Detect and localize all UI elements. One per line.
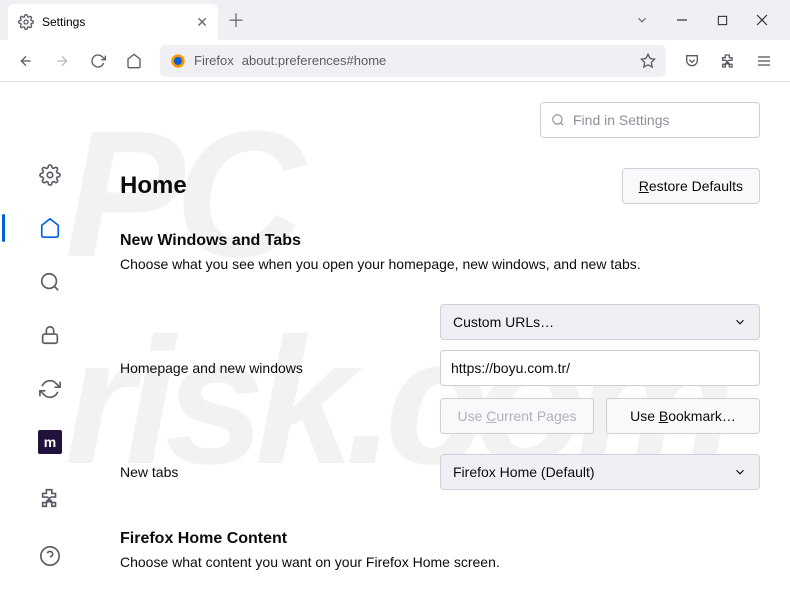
- page-heading: Home: [120, 172, 187, 200]
- section-desc-home-content: Choose what content you want on your Fir…: [120, 554, 760, 570]
- pocket-button[interactable]: [676, 45, 708, 77]
- homepage-url-input[interactable]: https://boyu.com.tr/: [440, 350, 760, 386]
- forward-button[interactable]: [46, 45, 78, 77]
- homepage-mode-value: Custom URLs…: [453, 314, 554, 330]
- find-in-settings-input[interactable]: Find in Settings: [540, 102, 760, 138]
- sidebar-item-general[interactable]: [30, 157, 70, 193]
- sidebar-item-home[interactable]: [30, 211, 70, 247]
- section-desc-new-windows: Choose what you see when you open your h…: [120, 256, 760, 272]
- url-bar[interactable]: Firefox about:preferences#home: [160, 45, 666, 77]
- use-bookmark-button[interactable]: Use Bookmark…: [606, 398, 760, 434]
- sidebar-item-extensions[interactable]: [30, 478, 70, 518]
- chevron-down-icon: [733, 465, 747, 479]
- identity-label: Firefox: [194, 53, 234, 68]
- preferences-body: m Find in Settings Home Restore Defaults: [0, 82, 790, 596]
- mozilla-icon: m: [38, 430, 62, 454]
- section-heading-home-content: Firefox Home Content: [120, 530, 760, 548]
- window-maximize-button[interactable]: [702, 4, 742, 36]
- back-button[interactable]: [10, 45, 42, 77]
- reload-button[interactable]: [82, 45, 114, 77]
- restore-defaults-button[interactable]: Restore Defaults: [622, 168, 760, 204]
- toolbar: Firefox about:preferences#home: [0, 40, 790, 82]
- search-icon: [551, 113, 565, 127]
- new-tab-button[interactable]: ＋: [222, 6, 250, 34]
- firefox-logo-icon: [170, 53, 186, 69]
- sidebar-item-privacy[interactable]: [30, 318, 70, 354]
- window-minimize-button[interactable]: [662, 4, 702, 36]
- use-current-pages-button[interactable]: Use Current Pages: [440, 398, 594, 434]
- find-placeholder: Find in Settings: [573, 112, 670, 128]
- tab-close-icon[interactable]: ✕: [196, 14, 208, 31]
- browser-tab[interactable]: Settings ✕: [8, 4, 218, 40]
- extensions-button[interactable]: [712, 45, 744, 77]
- sidebar-item-sync[interactable]: [30, 371, 70, 407]
- sidebar-item-search[interactable]: [30, 264, 70, 300]
- chevron-down-icon: [733, 315, 747, 329]
- content-area: Find in Settings Home Restore Defaults N…: [100, 82, 790, 596]
- tabs-dropdown-icon[interactable]: [622, 13, 662, 27]
- newtabs-label: New tabs: [120, 464, 440, 480]
- homepage-url-value: https://boyu.com.tr/: [451, 360, 570, 376]
- bookmark-star-icon[interactable]: [640, 53, 656, 69]
- gear-icon: [18, 14, 34, 30]
- newtabs-select[interactable]: Firefox Home (Default): [440, 454, 760, 490]
- home-button[interactable]: [118, 45, 150, 77]
- sidebar-item-mozilla[interactable]: m: [30, 425, 70, 461]
- homepage-mode-select[interactable]: Custom URLs…: [440, 304, 760, 340]
- tab-title: Settings: [42, 15, 188, 29]
- window-close-button[interactable]: [742, 4, 782, 36]
- section-heading-new-windows: New Windows and Tabs: [120, 232, 760, 250]
- tab-bar: Settings ✕ ＋: [0, 0, 790, 40]
- sidebar: m: [0, 82, 100, 596]
- url-text: about:preferences#home: [242, 53, 632, 68]
- homepage-label: Homepage and new windows: [120, 360, 440, 376]
- sidebar-item-help[interactable]: [30, 536, 70, 576]
- app-menu-button[interactable]: [748, 45, 780, 77]
- newtabs-value: Firefox Home (Default): [453, 464, 595, 480]
